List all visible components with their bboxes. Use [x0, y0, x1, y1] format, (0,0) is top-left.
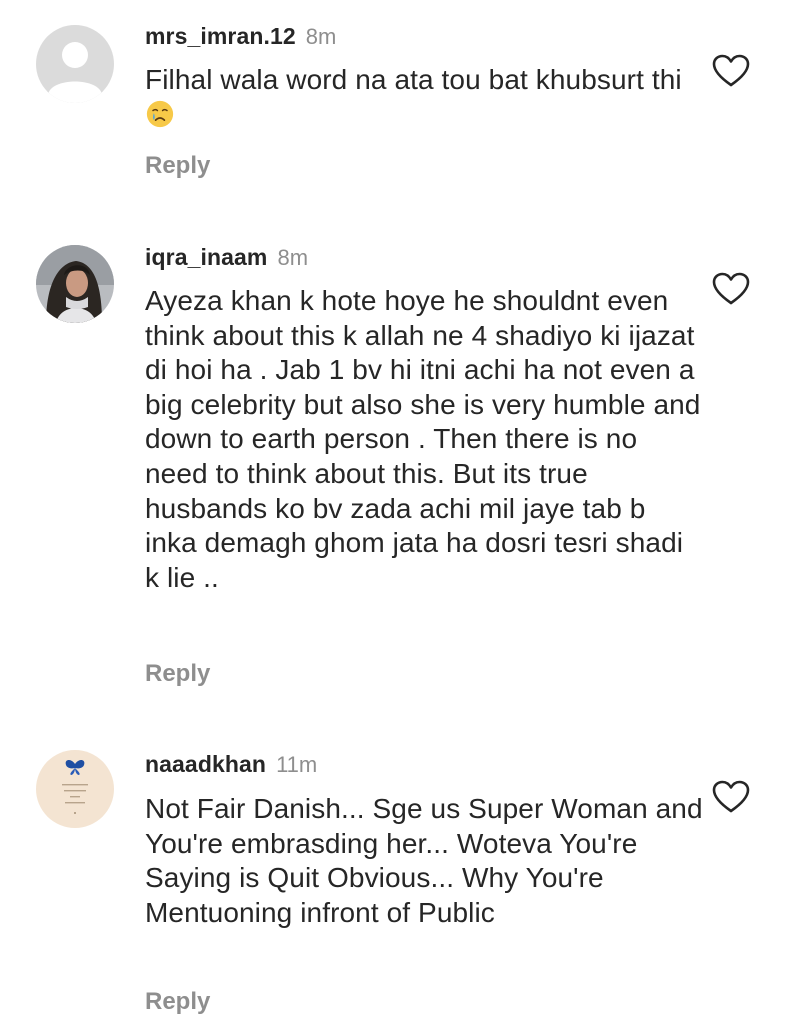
comment-header: iqra_inaam 8m: [145, 242, 308, 272]
default-profile-icon: [36, 25, 114, 103]
crying-face-emoji-icon: [146, 100, 174, 127]
comment-header: mrs_imran.12 8m: [145, 21, 336, 51]
timestamp: 8m: [277, 245, 309, 270]
comment-text: Filhal wala word na ata tou bat khubsurt…: [145, 63, 705, 132]
heart-outline-icon: [712, 272, 750, 305]
user-avatar[interactable]: [36, 750, 114, 828]
timestamp: 11m: [276, 752, 318, 777]
username[interactable]: naaadkhan: [145, 751, 266, 777]
profile-photo-icon: [36, 245, 114, 323]
like-button[interactable]: [712, 780, 750, 814]
comment-text-content: Filhal wala word na ata tou bat khubsurt…: [145, 64, 682, 95]
heart-outline-icon: [712, 780, 750, 813]
heart-outline-icon: [712, 54, 750, 87]
user-avatar[interactable]: [36, 245, 114, 323]
default-avatar[interactable]: [36, 25, 114, 103]
reply-button[interactable]: Reply: [145, 988, 210, 1016]
comment-text: Ayeza khan k hote hoye he shouldnt even …: [145, 285, 701, 593]
reply-button[interactable]: Reply: [145, 660, 210, 688]
reply-button[interactable]: Reply: [145, 152, 210, 180]
like-button[interactable]: [712, 54, 750, 88]
username[interactable]: mrs_imran.12: [145, 23, 296, 49]
butterfly-avatar-icon: [36, 750, 114, 828]
timestamp: 8m: [305, 24, 337, 49]
comment-text: Not Fair Danish... Sge us Super Woman an…: [145, 793, 703, 928]
comment-header: naaadkhan 11m: [145, 749, 317, 779]
username[interactable]: iqra_inaam: [145, 244, 267, 270]
like-button[interactable]: [712, 272, 750, 306]
